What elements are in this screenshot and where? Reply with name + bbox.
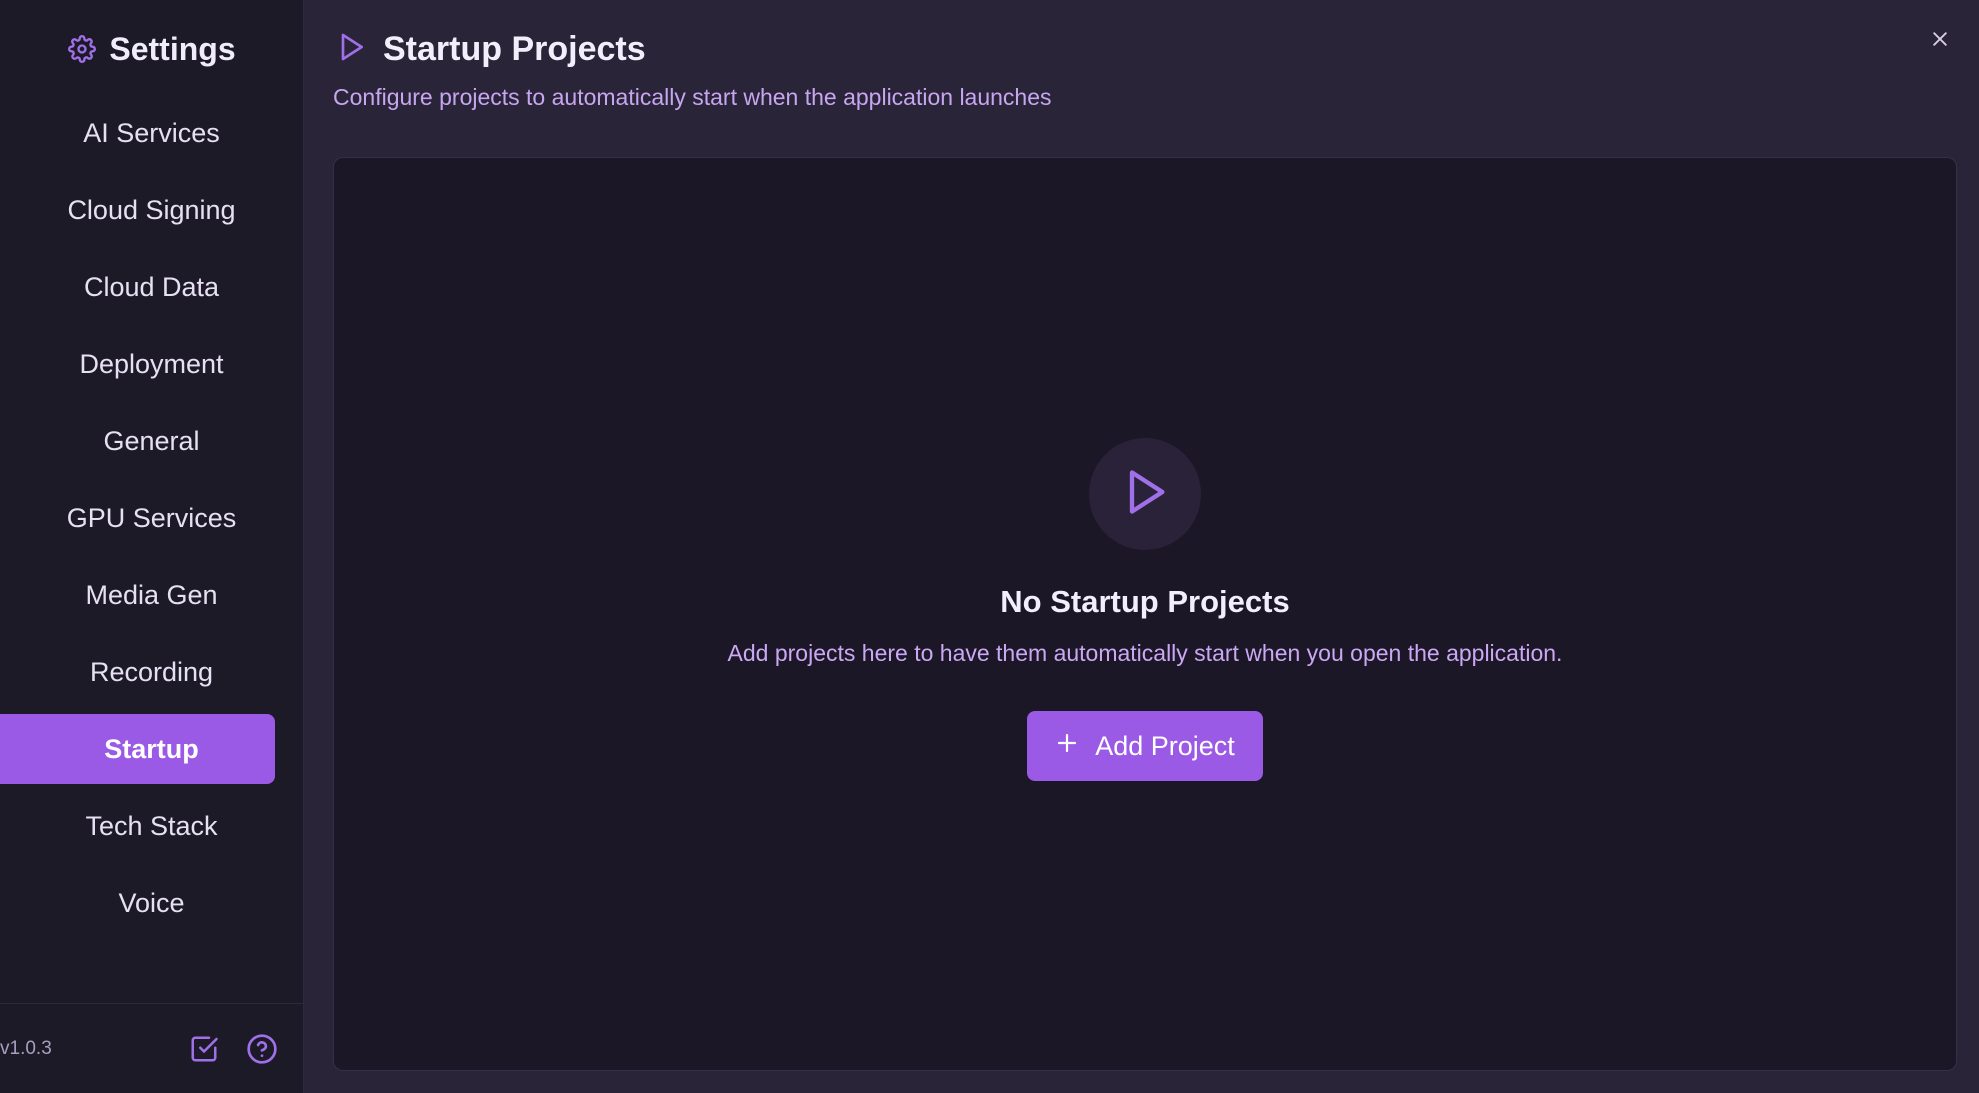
play-icon [1119, 466, 1171, 523]
version-label: v1.0.3 [0, 1037, 52, 1059]
sidebar-item-deployment[interactable]: Deployment [0, 329, 275, 399]
sidebar: Settings AI Services Cloud Signing Cloud… [0, 0, 304, 1093]
empty-state-title: No Startup Projects [1000, 584, 1290, 619]
sidebar-item-general[interactable]: General [0, 406, 275, 476]
sidebar-footer: v1.0.3 [0, 1003, 303, 1093]
sidebar-item-media-gen[interactable]: Media Gen [0, 560, 275, 630]
sidebar-item-startup[interactable]: Startup [0, 714, 275, 784]
sidebar-header: Settings [0, 0, 303, 98]
empty-state-description: Add projects here to have them automatic… [727, 640, 1563, 666]
close-icon[interactable] [1927, 26, 1953, 52]
sidebar-item-recording[interactable]: Recording [0, 637, 275, 707]
sidebar-item-cloud-data[interactable]: Cloud Data [0, 252, 275, 322]
page-header: Startup Projects [335, 30, 646, 69]
startup-projects-panel: No Startup Projects Add projects here to… [333, 157, 1957, 1071]
checkbox-icon[interactable] [187, 1032, 221, 1066]
gear-icon [67, 34, 97, 64]
play-icon [335, 31, 367, 68]
sidebar-item-gpu-services[interactable]: GPU Services [0, 483, 275, 553]
add-project-label: Add Project [1095, 730, 1235, 761]
sidebar-item-ai-services[interactable]: AI Services [0, 98, 275, 168]
help-icon[interactable] [245, 1032, 279, 1066]
settings-window: Settings AI Services Cloud Signing Cloud… [0, 0, 1979, 1093]
sidebar-item-voice[interactable]: Voice [0, 868, 275, 938]
plus-icon [1055, 731, 1079, 762]
sidebar-title: Settings [109, 30, 236, 67]
empty-state: No Startup Projects Add projects here to… [334, 438, 1956, 781]
sidebar-nav: AI Services Cloud Signing Cloud Data Dep… [0, 98, 303, 938]
main-content: Startup Projects Configure projects to a… [304, 0, 1979, 1093]
empty-state-icon [1089, 438, 1201, 550]
sidebar-item-cloud-signing[interactable]: Cloud Signing [0, 175, 275, 245]
sidebar-item-tech-stack[interactable]: Tech Stack [0, 791, 275, 861]
page-title: Startup Projects [383, 30, 646, 68]
add-project-button[interactable]: Add Project [1027, 711, 1263, 781]
page-subtitle: Configure projects to automatically star… [333, 84, 1052, 110]
